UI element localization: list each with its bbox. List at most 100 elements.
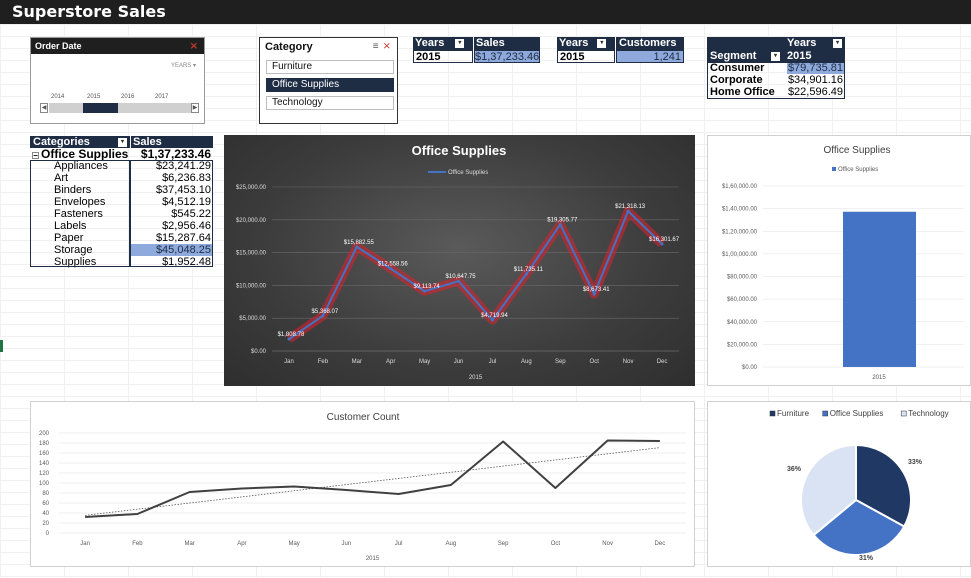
x-tick-label: Aug	[521, 359, 532, 365]
clear-filter-icon[interactable]: ⨯	[190, 39, 198, 55]
y-tick-label: 80	[42, 491, 49, 497]
office-supplies-bar-chart-svg: Office Supplies Office Supplies $0.00 $20,0…	[722, 145, 964, 381]
filter-dropdown-icon[interactable]: ▾	[455, 38, 465, 48]
x-tick-label: Apr	[237, 541, 246, 547]
timeline-year-2015[interactable]: 2015	[87, 94, 100, 100]
y-tick-label: $40,000.00	[727, 320, 758, 326]
filter-dropdown-icon[interactable]: ▾	[118, 138, 127, 147]
pivot-year[interactable]: 2015	[557, 50, 615, 63]
y-tick-label: 200	[39, 431, 50, 437]
pivot-header-categories-label: Categories	[33, 136, 90, 148]
timeline-level-label: YEARS	[170, 63, 192, 69]
y-tick-label: 60	[42, 501, 49, 507]
x-tick-label: Jul	[489, 359, 497, 365]
pivot-rows-border-left	[30, 160, 130, 267]
data-label: $5,368.07	[312, 309, 339, 315]
bar	[843, 211, 916, 367]
timeline-year-2014[interactable]: 2014	[51, 94, 64, 100]
legend-label: Technology	[908, 409, 948, 418]
clear-filter-icon[interactable]: ⨯	[383, 41, 391, 52]
pivot-group-row[interactable]: − Office Supplies	[30, 148, 130, 160]
multi-select-icon[interactable]: ≡	[373, 41, 379, 52]
x-tick-label: Mar	[184, 541, 194, 547]
timeline-selected-period[interactable]	[83, 103, 118, 113]
y-tick-label: 160	[39, 451, 50, 457]
y-tick-label: 140	[39, 461, 50, 467]
timeline-year-2016[interactable]: 2016	[121, 94, 134, 100]
data-label: $12,558.56	[378, 262, 409, 268]
chart-title: Office Supplies	[823, 145, 890, 156]
data-label: $15,882.55	[344, 240, 375, 246]
data-label: $8,673.41	[583, 287, 610, 293]
y-tick-label: $25,000.00	[236, 185, 267, 191]
pivot-categories: Categories ▾ Sales − Office Supplies $1,37…	[30, 136, 213, 268]
pie-data-label: 31%	[859, 555, 874, 562]
series-line	[85, 439, 660, 518]
pivot-segment-subheader: Segment ▾ 2015	[707, 50, 845, 62]
trendline	[85, 447, 660, 516]
timeline-header: Order Date ⨯	[31, 38, 204, 54]
pivot-customers-value[interactable]: 1,241	[616, 50, 684, 63]
data-label: $1,808.78	[278, 332, 305, 338]
office-supplies-line-chart-svg: Office Supplies Office Supplies $0.00 $5,00…	[236, 143, 680, 381]
dashboard-title: Superstore Sales	[0, 0, 971, 24]
y-tick-label: 0	[46, 531, 50, 537]
pivot-header-years[interactable]: Years ▾	[557, 37, 615, 50]
y-tick-label: $80,000.00	[727, 275, 758, 281]
slicer-item-office-supplies[interactable]: Office Supplies	[266, 78, 394, 92]
pivot-header-sales: Sales	[131, 136, 213, 148]
x-tick-label: Jun	[454, 359, 464, 365]
customer-count-chart-svg: Customer Count 0 20 40 60 80 100 120 140 160 180 20…	[39, 412, 686, 562]
customer-count-chart[interactable]: Customer Count 0 20 40 60 80 100 120 140 160 180 20…	[30, 401, 695, 567]
filter-dropdown-icon[interactable]: ▾	[597, 38, 607, 48]
timeline-level-selector[interactable]: YEARS ▾	[171, 62, 196, 69]
slicer-item-technology[interactable]: Technology	[266, 96, 394, 110]
pivot-group-value[interactable]: $1,37,233.46	[131, 148, 213, 160]
x-tick-label: Nov	[602, 541, 613, 547]
collapse-icon[interactable]: −	[32, 152, 39, 160]
data-label: $4,719.94	[481, 313, 508, 319]
pivot-sales-value[interactable]: $1,37,233.46	[474, 50, 540, 63]
filter-dropdown-icon[interactable]: ▾	[771, 52, 780, 61]
office-supplies-line-chart[interactable]: Office Supplies Office Supplies $0.00 $5,00…	[224, 135, 695, 386]
x-tick-label: Apr	[386, 359, 395, 365]
x-tick-label: Aug	[446, 541, 457, 547]
x-tick-label: Mar	[352, 359, 362, 365]
pivot-header-categories[interactable]: Categories ▾	[30, 136, 130, 148]
pivot-rows-border-right	[130, 160, 213, 267]
y-tick-label: 100	[39, 481, 50, 487]
category-share-pie-chart-svg: Furniture Office Supplies Technology 33% 31%…	[769, 409, 949, 562]
x-tick-label: Jan	[284, 359, 294, 365]
y-tick-label: 40	[42, 511, 49, 517]
timeline-scroll-right[interactable]: ▶	[191, 103, 199, 113]
y-tick-label: $20,000.00	[236, 218, 267, 224]
timeline-track[interactable]	[49, 103, 199, 113]
pivot-sales: Years ▾ Sales 2015 $1,37,233.46	[413, 37, 540, 65]
pie-data-label: 33%	[908, 459, 923, 466]
pivot-header-years-label: Years	[559, 37, 589, 49]
y-tick-label: 120	[39, 471, 50, 477]
pivot-group-label: Office Supplies	[41, 148, 129, 160]
pivot-year[interactable]: 2015	[413, 50, 473, 63]
x-tick-label: 2015	[872, 375, 886, 381]
office-supplies-bar-chart[interactable]: Office Supplies Office Supplies $0.00 $20,0…	[707, 135, 971, 386]
category-slicer[interactable]: Category ≡ ⨯ Furniture Office Supplies Te…	[259, 37, 398, 124]
order-date-timeline[interactable]: Order Date ⨯ YEARS ▾ 2014 2015 2016 2017…	[30, 37, 205, 124]
active-row-marker	[0, 340, 3, 352]
timeline-scroll-left[interactable]: ◀	[40, 103, 48, 113]
x-axis-title: 2015	[366, 556, 380, 562]
legend-label: Office Supplies	[838, 167, 878, 173]
pivot-header-years: Years	[787, 37, 817, 49]
y-tick-label: $60,000.00	[727, 297, 758, 303]
data-label: $11,735.11	[514, 267, 544, 273]
slicer-item-furniture[interactable]: Furniture	[266, 60, 394, 74]
timeline-year-2017[interactable]: 2017	[155, 94, 168, 100]
x-tick-label: Nov	[623, 359, 634, 365]
category-share-pie-chart[interactable]: Furniture Office Supplies Technology 33% 31%…	[707, 401, 971, 567]
data-label: $21,318.13	[615, 204, 646, 210]
pivot-header-years[interactable]: Years ▾	[413, 37, 473, 50]
slicer-title: Category	[265, 41, 313, 53]
legend-label: Office Supplies	[448, 170, 488, 176]
x-tick-label: Dec	[655, 541, 666, 547]
filter-dropdown-icon[interactable]: ▾	[833, 39, 842, 48]
